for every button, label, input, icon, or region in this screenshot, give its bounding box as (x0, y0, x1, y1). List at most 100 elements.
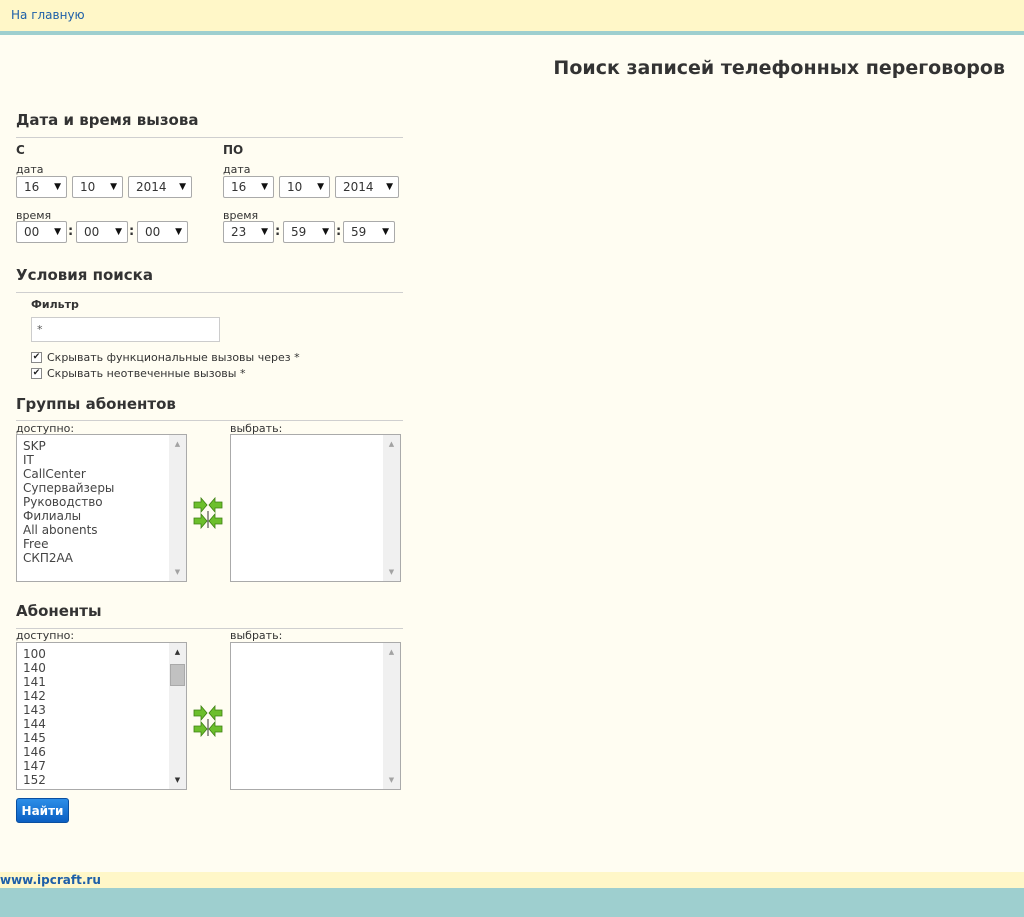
transfer-arrows-icon[interactable] (192, 497, 224, 529)
section-title-abonents: Абоненты (16, 602, 102, 620)
time-separator: : (68, 224, 74, 239)
to-second-value: 59 (351, 225, 367, 239)
from-year-select[interactable]: 2014 ▼ (128, 176, 192, 198)
checkmark-icon: ✔ (32, 368, 41, 378)
scroll-down-icon[interactable]: ▼ (169, 773, 186, 787)
list-item[interactable]: 142 (23, 689, 46, 703)
transfer-arrows-icon[interactable] (192, 705, 224, 737)
scroll-up-icon[interactable]: ▲ (383, 645, 400, 659)
scroll-up-icon[interactable]: ▲ (169, 645, 186, 659)
scrollbar[interactable]: ▲ ▼ (383, 643, 400, 789)
list-item[interactable]: SKP (23, 439, 114, 453)
scroll-up-icon[interactable]: ▲ (169, 437, 186, 451)
from-heading: С (16, 143, 25, 157)
triangle-down-icon: ▼ (115, 227, 122, 237)
to-second-select[interactable]: 59 ▼ (343, 221, 395, 243)
list-item[interactable]: 147 (23, 759, 46, 773)
to-minute-value: 59 (291, 225, 307, 239)
time-separator: : (275, 224, 281, 239)
abonents-selected-label: выбрать: (230, 629, 283, 642)
from-second-select[interactable]: 00 ▼ (137, 221, 188, 243)
triangle-down-icon: ▼ (382, 227, 389, 237)
groups-available-list[interactable]: SKP IT CallCenter Супервайзеры Руководст… (16, 434, 187, 582)
list-item[interactable]: All abonents (23, 523, 114, 537)
from-hour-value: 00 (24, 225, 40, 239)
find-button[interactable]: Найти (16, 798, 69, 823)
section-title-conditions: Условия поиска (16, 266, 153, 284)
from-minute-value: 00 (84, 225, 100, 239)
hide-functional-calls-row[interactable]: ✔ Скрывать функциональные вызовы через * (31, 351, 300, 364)
hide-unanswered-calls-checkbox[interactable]: ✔ (31, 368, 42, 379)
to-year-value: 2014 (343, 180, 374, 194)
list-item[interactable]: CallCenter (23, 467, 114, 481)
page-title: Поиск записей телефонных переговоров (553, 57, 1005, 79)
filter-input[interactable] (31, 317, 220, 342)
triangle-down-icon: ▼ (179, 182, 186, 192)
groups-available-items: SKP IT CallCenter Супервайзеры Руководст… (23, 439, 114, 565)
from-date-label: дата (16, 163, 44, 176)
list-item[interactable]: 141 (23, 675, 46, 689)
list-item[interactable]: 140 (23, 661, 46, 675)
hide-functional-calls-label: Скрывать функциональные вызовы через (47, 351, 291, 364)
to-year-select[interactable]: 2014 ▼ (335, 176, 399, 198)
to-date-label: дата (223, 163, 251, 176)
footer-bar (0, 872, 1024, 888)
to-month-value: 10 (287, 180, 303, 194)
hide-unanswered-calls-label: Скрывать неотвеченные вызовы (47, 367, 237, 380)
scrollbar-thumb[interactable] (170, 664, 185, 686)
hide-unanswered-calls-asterisk: * (239, 367, 246, 380)
to-minute-select[interactable]: 59 ▼ (283, 221, 335, 243)
list-item[interactable]: 145 (23, 731, 46, 745)
list-item[interactable]: 143 (23, 703, 46, 717)
list-item[interactable]: Филиалы (23, 509, 114, 523)
from-hour-select[interactable]: 00 ▼ (16, 221, 67, 243)
hide-functional-calls-checkbox[interactable]: ✔ (31, 352, 42, 363)
list-item[interactable]: 144 (23, 717, 46, 731)
scrollbar[interactable]: ▲ ▼ (383, 435, 400, 581)
from-day-select[interactable]: 16 ▼ (16, 176, 67, 198)
triangle-down-icon: ▼ (261, 227, 268, 237)
abonents-selected-list[interactable]: ▲ ▼ (230, 642, 401, 790)
to-hour-select[interactable]: 23 ▼ (223, 221, 274, 243)
section-title-groups: Группы абонентов (16, 395, 176, 413)
section-divider (16, 137, 403, 138)
triangle-down-icon: ▼ (54, 182, 61, 192)
from-month-select[interactable]: 10 ▼ (72, 176, 123, 198)
scroll-down-icon[interactable]: ▼ (383, 565, 400, 579)
to-month-select[interactable]: 10 ▼ (279, 176, 330, 198)
list-item[interactable]: Free (23, 537, 114, 551)
time-separator: : (129, 224, 135, 239)
list-item[interactable]: СКП2АА (23, 551, 114, 565)
scrollbar[interactable]: ▲ ▼ (169, 435, 186, 581)
list-item[interactable]: 100 (23, 647, 46, 661)
section-divider (16, 420, 403, 421)
filter-label: Фильтр (31, 298, 79, 311)
scroll-up-icon[interactable]: ▲ (383, 437, 400, 451)
list-item[interactable]: Руководство (23, 495, 114, 509)
hide-functional-calls-asterisk: * (294, 351, 300, 364)
triangle-down-icon: ▼ (261, 182, 268, 192)
footer-site-link[interactable]: www.ipcraft.ru (0, 872, 101, 888)
list-item[interactable]: Супервайзеры (23, 481, 114, 495)
hide-unanswered-calls-row[interactable]: ✔ Скрывать неотвеченные вызовы * (31, 367, 245, 380)
triangle-down-icon: ▼ (317, 182, 324, 192)
scroll-down-icon[interactable]: ▼ (169, 565, 186, 579)
from-month-value: 10 (80, 180, 96, 194)
home-link[interactable]: На главную (11, 8, 85, 22)
checkmark-icon: ✔ (32, 352, 41, 362)
list-item[interactable]: 152 (23, 773, 46, 787)
to-heading: ПО (223, 143, 244, 157)
list-item[interactable]: 146 (23, 745, 46, 759)
abonents-available-list[interactable]: 100 140 141 142 143 144 145 146 147 152 … (16, 642, 187, 790)
scrollbar[interactable]: ▲ ▼ (169, 643, 186, 789)
scroll-down-icon[interactable]: ▼ (383, 773, 400, 787)
from-day-value: 16 (24, 180, 40, 194)
from-minute-select[interactable]: 00 ▼ (76, 221, 128, 243)
triangle-down-icon: ▼ (54, 227, 61, 237)
triangle-down-icon: ▼ (322, 227, 329, 237)
groups-selected-list[interactable]: ▲ ▼ (230, 434, 401, 582)
to-day-select[interactable]: 16 ▼ (223, 176, 274, 198)
list-item[interactable]: IT (23, 453, 114, 467)
time-separator: : (336, 224, 342, 239)
triangle-down-icon: ▼ (386, 182, 393, 192)
